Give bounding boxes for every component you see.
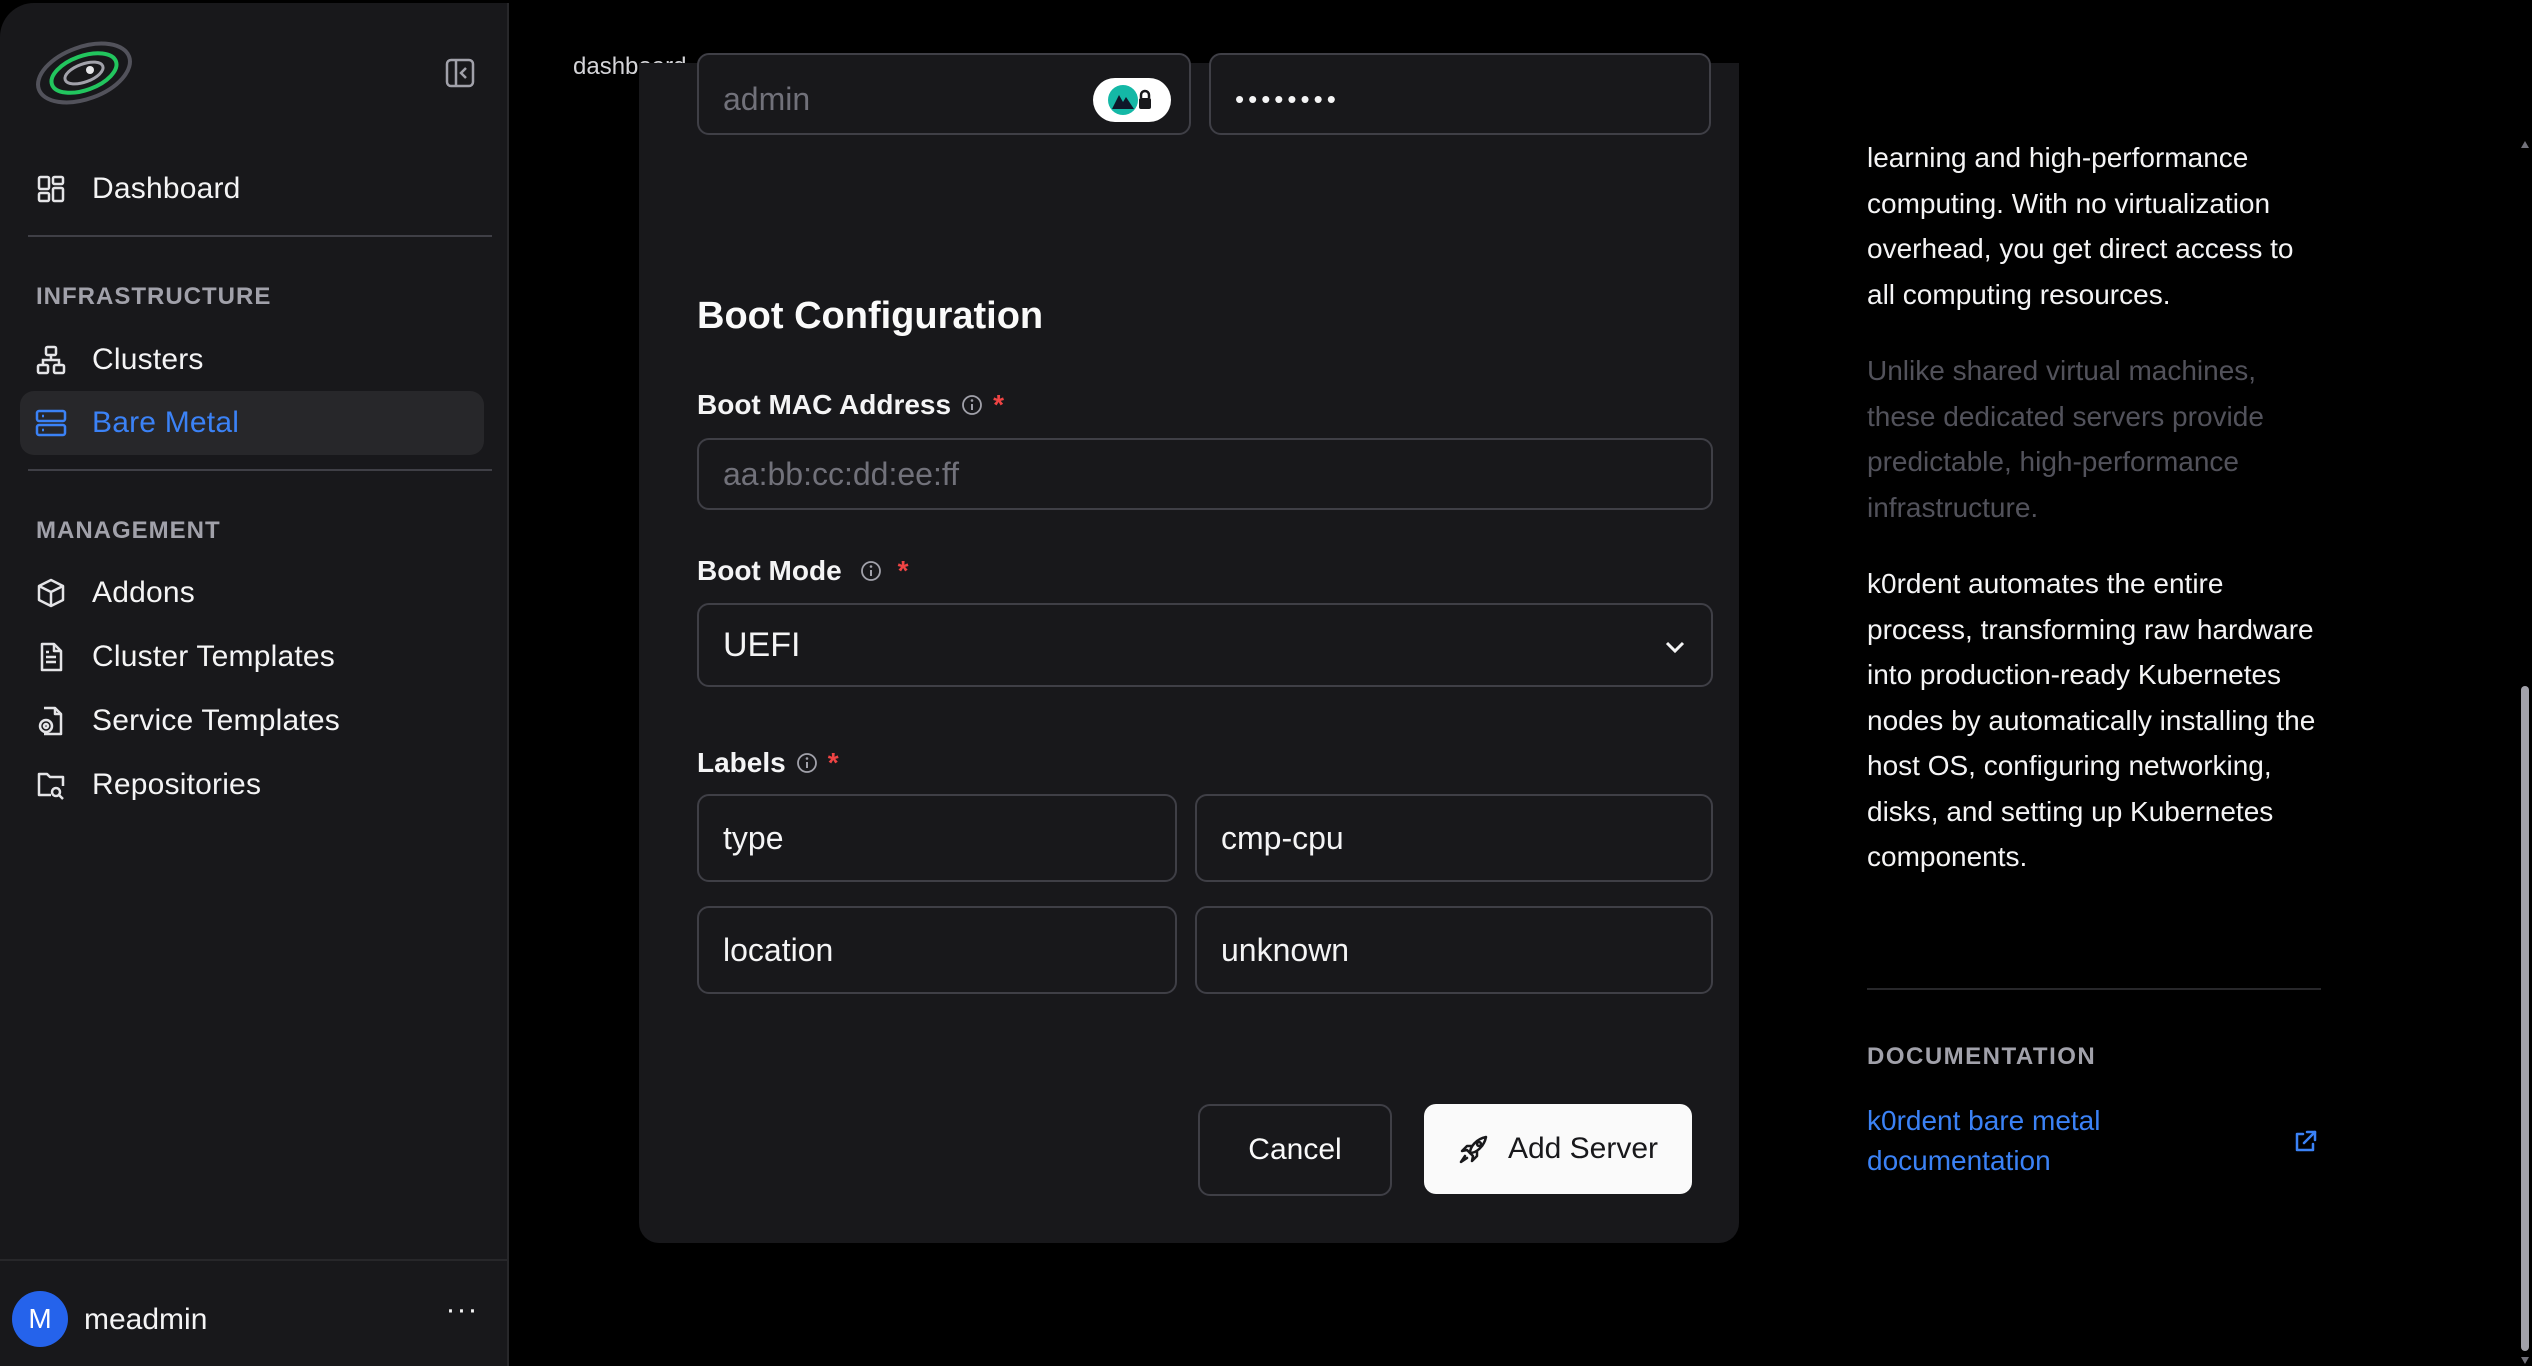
info-icon[interactable] bbox=[796, 752, 818, 774]
scrollbar[interactable] bbox=[2518, 131, 2532, 1366]
boot-mode-value: UEFI bbox=[723, 625, 801, 664]
rocket-icon bbox=[1459, 1135, 1488, 1164]
clusters-icon bbox=[34, 343, 68, 377]
label-key-input[interactable]: location bbox=[697, 906, 1177, 994]
sidebar-item-label: Service Templates bbox=[92, 704, 340, 737]
labels-label: Labels * bbox=[697, 747, 839, 779]
label-value-value: unknown bbox=[1221, 931, 1350, 968]
add-server-form: admin •••••••• Boot Configuration Boot M… bbox=[639, 53, 1739, 1243]
boot-configuration-title: Boot Configuration bbox=[697, 295, 1044, 337]
sidebar-collapse-icon[interactable] bbox=[442, 55, 478, 91]
dashboard-icon bbox=[34, 172, 68, 206]
info-paragraph-muted: Unlike shared virtual machines, these de… bbox=[1867, 355, 2264, 523]
boot-mac-input[interactable]: aa:bb:cc:dd:ee:ff bbox=[697, 438, 1713, 510]
bmc-username-input[interactable]: admin bbox=[697, 53, 1191, 135]
sidebar-item-label: Clusters bbox=[92, 343, 204, 376]
required-marker: * bbox=[993, 389, 1004, 420]
label-key-value: type bbox=[723, 819, 784, 856]
add-server-button[interactable]: Add Server bbox=[1424, 1104, 1692, 1194]
cancel-button-label: Cancel bbox=[1248, 1133, 1342, 1166]
sidebar-item-label: Dashboard bbox=[92, 172, 241, 205]
user-menu[interactable]: M meadmin ··· bbox=[0, 1259, 507, 1366]
required-marker: * bbox=[897, 555, 909, 586]
repositories-icon bbox=[34, 768, 68, 802]
boot-mode-label: Boot Mode * bbox=[697, 555, 909, 587]
info-paragraph: learning and high-performance computing.… bbox=[1867, 142, 2294, 310]
sidebar-item-bare-metal[interactable]: Bare Metal bbox=[20, 391, 484, 455]
add-server-button-label: Add Server bbox=[1507, 1132, 1659, 1165]
documentation-title: DOCUMENTATION bbox=[1867, 1043, 2097, 1070]
sidebar-item-addons[interactable]: Addons bbox=[20, 561, 484, 625]
label-key-value: location bbox=[723, 931, 834, 968]
info-icon[interactable] bbox=[961, 394, 983, 416]
info-paragraph: k0rdent automates the entire process, tr… bbox=[1867, 568, 2316, 872]
divider bbox=[28, 469, 492, 471]
sidebar-item-label: Addons bbox=[92, 576, 195, 609]
external-link-icon[interactable] bbox=[2291, 1128, 2319, 1156]
label-key-input[interactable]: type bbox=[697, 794, 1177, 882]
more-options-icon[interactable]: ··· bbox=[442, 1295, 482, 1335]
info-icon[interactable] bbox=[860, 560, 882, 582]
user-name: meadmin bbox=[84, 1303, 208, 1336]
sidebar: Dashboard INFRASTRUCTURE Clusters Bare M… bbox=[0, 3, 509, 1366]
cancel-button[interactable]: Cancel bbox=[1198, 1104, 1392, 1196]
sidebar-item-label: Repositories bbox=[92, 768, 262, 801]
sidebar-item-cluster-templates[interactable]: Cluster Templates bbox=[20, 625, 484, 689]
username-value: admin bbox=[723, 80, 811, 117]
label-value-value: cmp-cpu bbox=[1221, 819, 1344, 856]
sidebar-item-clusters[interactable]: Clusters bbox=[20, 328, 484, 392]
bare-metal-icon bbox=[34, 406, 68, 440]
sidebar-item-dashboard[interactable]: Dashboard bbox=[20, 157, 484, 221]
sidebar-item-label: Cluster Templates bbox=[92, 640, 335, 673]
divider bbox=[1867, 988, 2321, 990]
password-manager-icon[interactable] bbox=[1093, 78, 1171, 122]
boot-mac-label-text: Boot MAC Address bbox=[697, 389, 952, 420]
section-title-infrastructure: INFRASTRUCTURE bbox=[36, 283, 272, 310]
logo[interactable] bbox=[32, 33, 136, 113]
boot-mac-placeholder: aa:bb:cc:dd:ee:ff bbox=[723, 455, 960, 492]
bmc-password-input[interactable]: •••••••• bbox=[1209, 53, 1711, 135]
label-value-input[interactable]: cmp-cpu bbox=[1195, 794, 1713, 882]
scroll-up-icon[interactable] bbox=[2521, 141, 2529, 148]
cluster-templates-icon bbox=[34, 640, 68, 674]
chevron-down-icon bbox=[1665, 641, 1685, 654]
password-value: •••••••• bbox=[1235, 83, 1340, 114]
labels-label-text: Labels bbox=[697, 747, 786, 778]
scroll-down-icon[interactable] bbox=[2521, 1357, 2529, 1364]
sidebar-item-label: Bare Metal bbox=[92, 406, 240, 439]
addons-icon bbox=[34, 576, 68, 610]
app-window: Dashboard INFRASTRUCTURE Clusters Bare M… bbox=[0, 3, 2532, 1366]
boot-mode-select[interactable]: UEFI bbox=[697, 603, 1713, 687]
label-value-input[interactable]: unknown bbox=[1195, 906, 1713, 994]
boot-mac-label: Boot MAC Address * bbox=[697, 389, 1004, 421]
required-marker: * bbox=[827, 747, 839, 778]
scroll-thumb[interactable] bbox=[2521, 686, 2529, 1351]
sidebar-item-service-templates[interactable]: Service Templates bbox=[20, 689, 484, 753]
sidebar-item-repositories[interactable]: Repositories bbox=[20, 753, 484, 817]
boot-mode-label-text: Boot Mode bbox=[697, 555, 842, 586]
section-title-management: MANAGEMENT bbox=[36, 517, 221, 544]
avatar[interactable]: M bbox=[12, 1291, 68, 1347]
main-content: dashboard baremetal new admin bbox=[511, 3, 2532, 1366]
divider bbox=[28, 235, 492, 237]
service-templates-icon bbox=[34, 704, 68, 738]
documentation-link[interactable]: k0rdent bare metal documentation bbox=[1867, 1101, 2167, 1181]
